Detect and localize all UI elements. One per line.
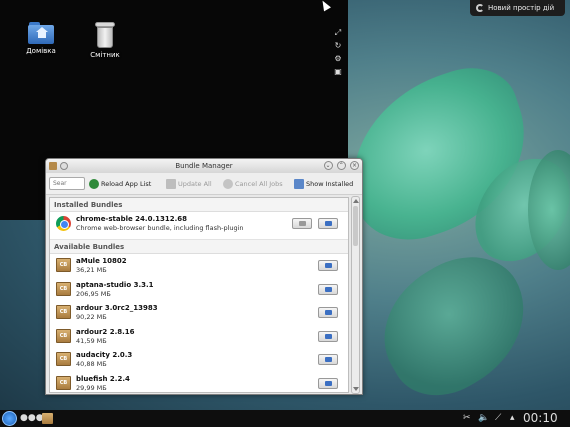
activity-label: Новий простір дій <box>488 4 555 12</box>
minimize-button[interactable]: ⌄ <box>323 161 333 170</box>
reload-app-list-button[interactable]: Reload App List <box>89 178 151 190</box>
available-bundle-row[interactable]: CB audacity 2.0.3 40,88 МБ <box>50 348 348 372</box>
install-button[interactable] <box>318 330 338 342</box>
cancel-icon <box>223 179 233 189</box>
network-icon[interactable]: ⟋ <box>495 412 501 425</box>
package-icon: CB <box>56 352 71 366</box>
install-button[interactable] <box>318 283 338 295</box>
available-bundle-row[interactable]: CB ardour 3.0rc2_13983 90,22 МБ <box>50 301 348 325</box>
toolbar: Reload App List Update All Cancel All Jo… <box>46 173 362 195</box>
installed-section-header: Installed Bundles <box>50 198 348 212</box>
available-bundle-row[interactable]: CB ardour2 2.8.16 41,59 МБ <box>50 325 348 349</box>
show-installed-button[interactable]: Show Installed <box>294 178 353 190</box>
scissors-icon[interactable]: ✂ <box>463 412 471 425</box>
search-input[interactable] <box>49 177 85 190</box>
bundle-name: aptana-studio 3.3.1 <box>76 280 154 289</box>
install-button[interactable] <box>318 260 338 271</box>
desktop-icon-label: Домівка <box>26 47 56 55</box>
clock[interactable]: 00:10 <box>523 411 558 426</box>
bundle-manager-window: Bundle Manager ⌄ ⌃ × Reload App List Upd… <box>45 158 363 395</box>
package-icon: CB <box>56 305 71 319</box>
update-all-button[interactable]: Update All <box>166 178 212 190</box>
installed-icon <box>294 179 304 189</box>
reload-icon <box>89 179 99 189</box>
available-bundle-row[interactable]: CB bluefish 2.2.4 29,99 МБ <box>50 372 348 393</box>
home-folder-icon <box>28 22 54 44</box>
bundle-size: 206,95 МБ <box>76 289 111 298</box>
bundle-name: ardour 3.0rc2_13983 <box>76 304 158 312</box>
volume-icon[interactable]: 🔈 <box>478 412 489 425</box>
wallpaper-leaf <box>360 235 550 415</box>
activity-icon <box>476 4 484 12</box>
bundle-name: ardour2 2.8.16 <box>76 327 135 336</box>
bundle-size: 90,22 МБ <box>76 313 107 321</box>
show-installed-label: Show Installed <box>306 180 354 188</box>
scroll-down-icon[interactable] <box>353 387 359 391</box>
rotate-icon[interactable]: ↻ <box>332 40 344 52</box>
desktop-icon-trash[interactable]: Смітник <box>85 22 125 59</box>
bundle-name: bluefish 2.2.4 <box>76 374 130 383</box>
remove-button[interactable] <box>292 218 312 229</box>
package-icon: CB <box>56 258 71 272</box>
package-icon: CB <box>56 281 71 296</box>
update-all-label: Update All <box>178 180 212 188</box>
bundle-size: 36,21 МБ <box>76 266 107 274</box>
tray-expand-icon[interactable]: ▴ <box>510 412 515 425</box>
window-title: Bundle Manager <box>175 162 233 170</box>
trash-icon <box>95 22 115 48</box>
package-icon: CB <box>56 375 71 390</box>
cancel-all-label: Cancel All Jobs <box>235 180 283 188</box>
close-button[interactable]: × <box>350 161 359 170</box>
cancel-all-jobs-button[interactable]: Cancel All Jobs <box>223 178 283 190</box>
install-button[interactable] <box>318 354 338 365</box>
available-section-header: Available Bundles <box>50 240 348 254</box>
chrome-icon <box>56 216 71 231</box>
bundle-name: aMule 10802 <box>76 257 127 265</box>
settings-icon[interactable]: ⚙ <box>332 53 344 65</box>
maximize-button[interactable]: ⌃ <box>336 161 346 170</box>
available-bundle-row[interactable]: CB aMule 10802 36,21 МБ <box>50 254 348 278</box>
window-titlebar[interactable]: Bundle Manager ⌄ ⌃ × <box>46 159 362 173</box>
resize-icon[interactable]: ⤢ <box>332 27 344 39</box>
pager-icon[interactable]: ●●● <box>20 413 44 423</box>
bundle-list: Installed Bundles chrome-stable 24.0.131… <box>49 197 349 393</box>
install-button[interactable] <box>318 307 338 318</box>
bundle-name: audacity 2.0.3 <box>76 351 133 359</box>
taskbar: ●●● ✂ 🔈 ⟋ ▴ 00:10 <box>0 410 570 427</box>
scroll-up-icon[interactable] <box>353 199 359 203</box>
reload-label: Reload App List <box>101 180 152 188</box>
update-icon <box>166 179 176 189</box>
bundle-size: 41,59 МБ <box>76 336 107 345</box>
desktop-icon-home[interactable]: Домівка <box>21 22 61 55</box>
window-menu-icon[interactable] <box>60 162 68 170</box>
install-button[interactable] <box>318 377 338 389</box>
vertical-scrollbar[interactable] <box>351 196 360 394</box>
run-button[interactable] <box>318 218 338 229</box>
widget-toolbox: ⤢ ↻ ⚙ ▣ <box>332 27 346 79</box>
desktop-icon-label: Смітник <box>90 51 120 59</box>
app-icon <box>49 162 57 170</box>
application-launcher-icon[interactable] <box>2 411 17 426</box>
move-icon[interactable]: ▣ <box>332 66 344 78</box>
new-activity-button[interactable]: Новий простір дій <box>470 0 565 16</box>
bundle-size: 40,88 МБ <box>76 360 107 368</box>
bundle-size: 29,99 МБ <box>76 383 107 392</box>
available-bundle-row[interactable]: CB aptana-studio 3.3.1 206,95 МБ <box>50 278 348 302</box>
package-icon: CB <box>56 328 71 343</box>
installed-bundle-row[interactable]: chrome-stable 24.0.1312.68 Chrome web-br… <box>50 212 348 240</box>
taskbar-bundle-manager-icon[interactable] <box>42 413 53 424</box>
scrollbar-thumb[interactable] <box>353 206 358 246</box>
